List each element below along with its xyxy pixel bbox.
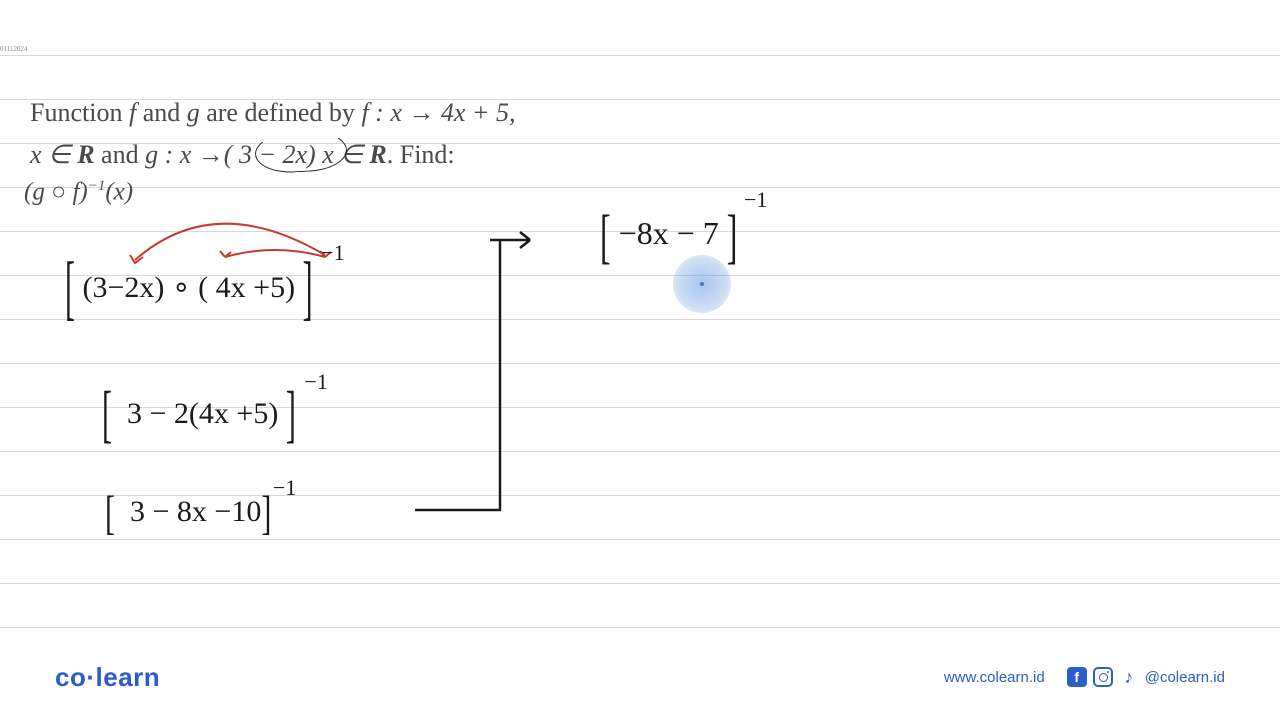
social-icons: f ♪ @colearn.id (1067, 667, 1225, 687)
colearn-logo: co·learn (55, 662, 160, 693)
gof-expression: (g ○ f)−1(x) (24, 178, 133, 206)
page-mark: 01112024 (0, 45, 27, 53)
footer: co·learn www.colearn.id f ♪ @colearn.id (0, 652, 1280, 702)
cursor-highlight (673, 255, 731, 313)
step-3: [ 3 − 8x −10] −1 (105, 495, 271, 531)
instagram-icon[interactable] (1093, 667, 1113, 687)
footer-right: www.colearn.id f ♪ @colearn.id (944, 667, 1225, 687)
step-4: [ −8x − 7 ] −1 (600, 215, 737, 255)
step-1: [ (3−2x) ∘ ( 4x +5) ] −1 (65, 270, 313, 307)
question-line1: Function f and g are defined by f : x → … (30, 95, 515, 131)
social-handle[interactable]: @colearn.id (1145, 669, 1225, 686)
facebook-icon[interactable]: f (1067, 667, 1087, 687)
footer-url[interactable]: www.colearn.id (944, 669, 1045, 686)
tiktok-icon[interactable]: ♪ (1119, 667, 1139, 687)
connector-arrow (415, 230, 595, 530)
step-2: [ 3 − 2(4x +5) ] −1 (102, 397, 296, 433)
